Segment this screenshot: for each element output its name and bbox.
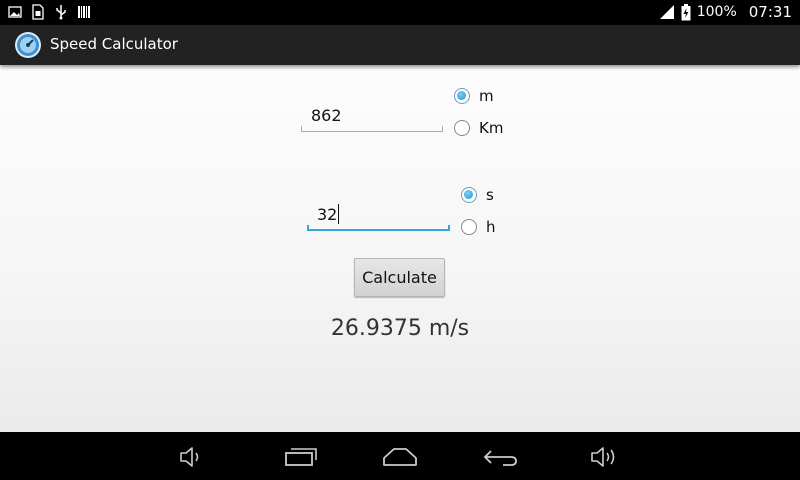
distance-input[interactable]: 862 xyxy=(301,102,443,132)
home-icon[interactable] xyxy=(380,443,420,471)
clock: 07:31 xyxy=(748,3,792,21)
back-icon[interactable] xyxy=(480,443,520,471)
navigation-bar xyxy=(0,432,800,480)
status-bar: 100% 07:31 xyxy=(0,0,800,25)
image-icon xyxy=(8,5,22,19)
calculate-button[interactable]: Calculate xyxy=(354,258,445,297)
app-logo-icon[interactable] xyxy=(14,31,42,59)
app-title: Speed Calculator xyxy=(50,35,178,53)
volume-down-icon[interactable] xyxy=(172,443,212,471)
battery-icon xyxy=(681,3,691,21)
volume-up-icon[interactable] xyxy=(586,443,626,471)
barcode-icon xyxy=(78,5,90,19)
radio-checked-icon xyxy=(461,187,477,203)
main-content: 862 m Km 32 s h Calculate 26.9375 m/s xyxy=(0,65,800,432)
unit-label-m: m xyxy=(479,87,494,105)
radio-checked-icon xyxy=(454,88,470,104)
time-value: 32 xyxy=(317,205,338,224)
usb-icon xyxy=(54,4,68,20)
radio-unchecked-icon xyxy=(454,120,470,136)
speed-result: 26.9375 m/s xyxy=(330,316,470,341)
sd-card-icon xyxy=(32,4,44,20)
time-input[interactable]: 32 xyxy=(307,201,450,231)
unit-radio-km[interactable]: Km xyxy=(454,119,503,137)
unit-radio-m[interactable]: m xyxy=(454,87,494,105)
unit-radio-h[interactable]: h xyxy=(461,218,496,236)
action-bar: Speed Calculator xyxy=(0,25,800,65)
distance-value: 862 xyxy=(311,106,342,125)
text-cursor xyxy=(338,204,340,224)
signal-icon xyxy=(659,4,675,20)
radio-unchecked-icon xyxy=(461,219,477,235)
unit-label-h: h xyxy=(486,218,496,236)
battery-percent: 100% xyxy=(696,4,737,20)
unit-label-s: s xyxy=(486,186,494,204)
unit-radio-s[interactable]: s xyxy=(461,186,494,204)
unit-label-km: Km xyxy=(479,119,504,137)
recent-apps-icon[interactable] xyxy=(281,443,321,471)
